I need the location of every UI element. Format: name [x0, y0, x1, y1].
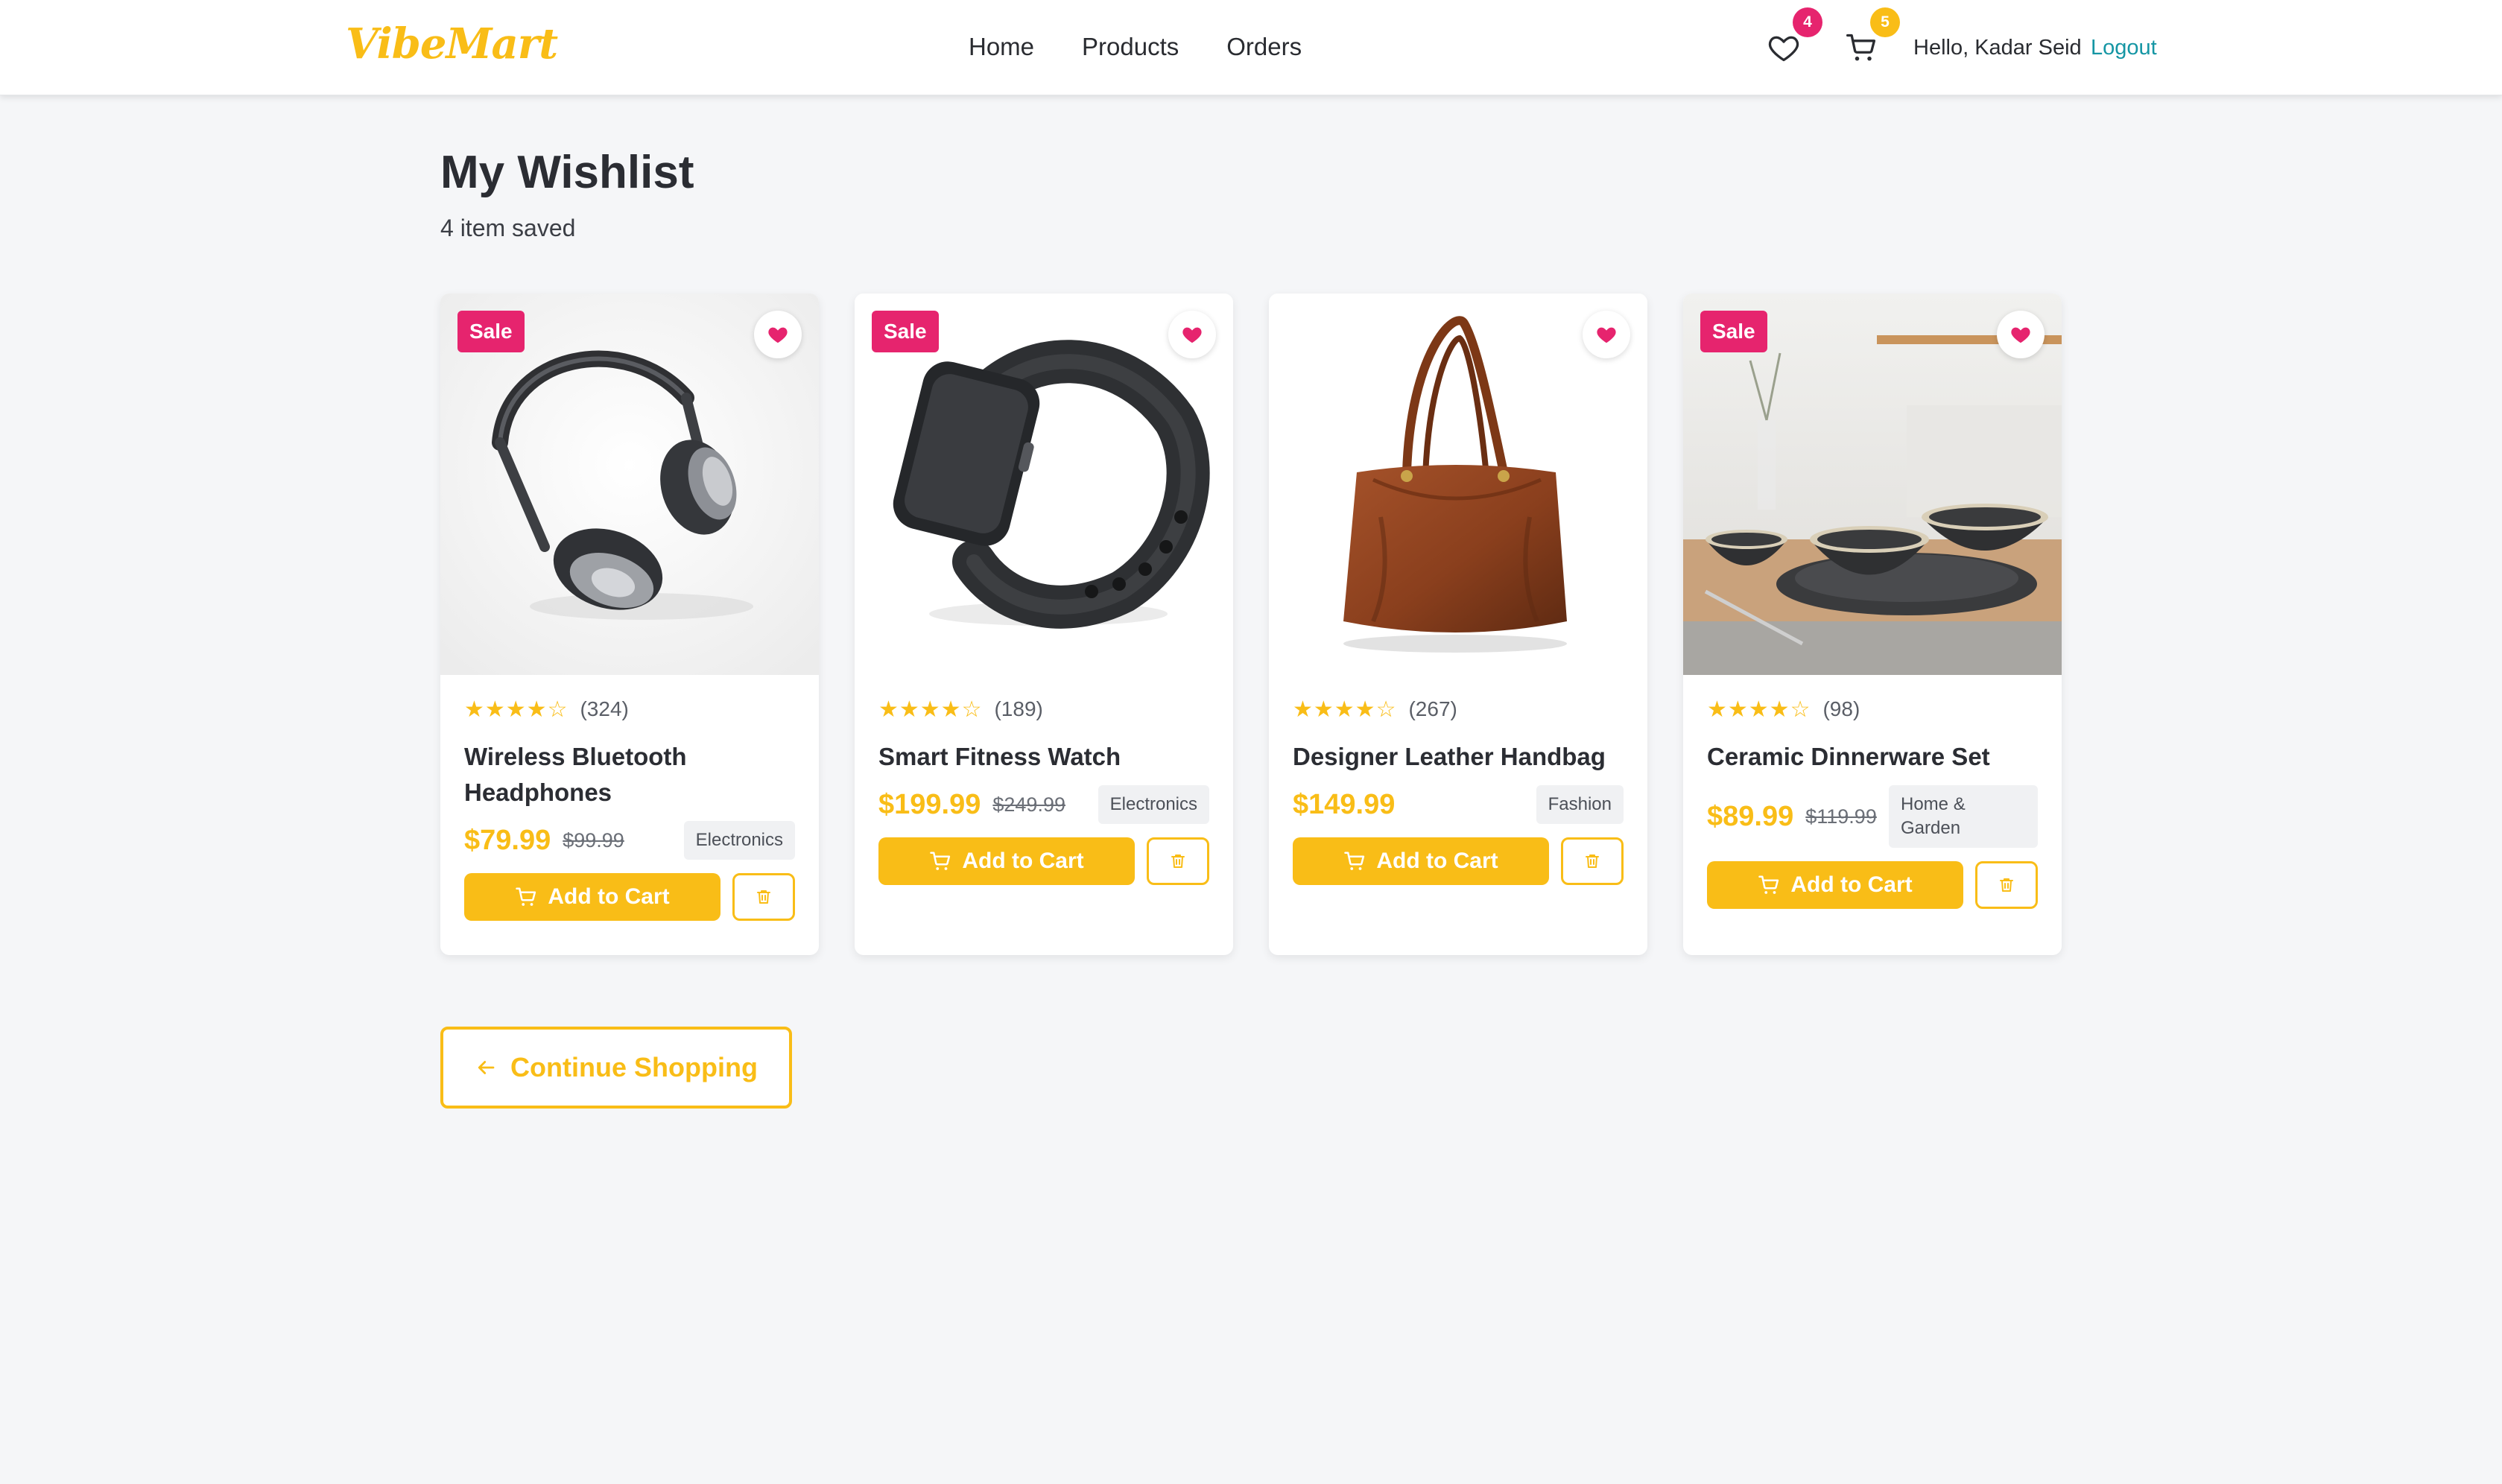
add-to-cart-button[interactable]: Add to Cart — [1293, 837, 1549, 885]
continue-shopping-button[interactable]: Continue Shopping — [440, 1027, 792, 1109]
add-to-cart-label: Add to Cart — [548, 884, 670, 909]
nav-link-orders[interactable]: Orders — [1226, 33, 1302, 61]
product-name[interactable]: Smart Fitness Watch — [878, 739, 1209, 775]
review-count: (324) — [580, 697, 629, 720]
product-name[interactable]: Ceramic Dinnerware Set — [1707, 739, 2038, 775]
brand-logo[interactable]: VibeMart — [346, 19, 558, 69]
wishlist-nav-button[interactable]: 4 — [1767, 7, 1822, 64]
cart-icon — [1758, 875, 1779, 894]
product-name[interactable]: Wireless Bluetooth Headphones — [464, 739, 795, 811]
star-rating: ★★★★☆ — [1707, 697, 1811, 722]
delete-button[interactable] — [1561, 837, 1624, 885]
star-rating: ★★★★☆ — [464, 697, 569, 722]
main-nav: Home Products Orders — [969, 33, 1302, 61]
delete-button[interactable] — [1147, 837, 1209, 885]
wishlist-count-text: 4 item saved — [440, 215, 576, 241]
sale-badge: Sale — [872, 311, 939, 352]
wishlist-card: Sale ★★★★☆ (98) Ceramic Dinnerware Set $… — [1683, 294, 2062, 955]
original-price: $249.99 — [992, 793, 1065, 816]
add-to-cart-label: Add to Cart — [962, 849, 1084, 873]
review-count: (189) — [994, 697, 1043, 720]
current-price: $199.99 — [878, 788, 981, 820]
price-row: $199.99 $249.99 Electronics — [878, 785, 1209, 824]
shopping-cart-icon — [1846, 34, 1876, 61]
price-row: $89.99 $119.99 Home & Garden — [1707, 785, 2038, 848]
current-price: $149.99 — [1293, 788, 1396, 820]
current-price: $79.99 — [464, 824, 551, 856]
add-to-cart-label: Add to Cart — [1790, 872, 1913, 897]
trash-icon — [757, 890, 770, 904]
sale-badge: Sale — [1700, 311, 1767, 352]
review-count: (98) — [1822, 697, 1860, 720]
card-actions: Add to Cart — [878, 837, 1209, 885]
add-to-cart-button[interactable]: Add to Cart — [1707, 861, 1963, 909]
add-to-cart-button[interactable]: Add to Cart — [878, 837, 1135, 885]
trash-icon — [1171, 854, 1185, 868]
trash-icon — [1586, 854, 1599, 868]
remove-from-wishlist-button[interactable] — [1168, 311, 1216, 358]
category-tag: Home & Garden — [1889, 785, 2038, 848]
remove-from-wishlist-button[interactable] — [1583, 311, 1630, 358]
wishlist-card: Sale ★★★★☆ (324) Wireless Bluetooth Head… — [440, 294, 819, 955]
cart-icon — [930, 852, 951, 870]
trash-icon — [2000, 878, 2013, 892]
current-price: $89.99 — [1707, 800, 1794, 832]
cart-count-badge: 5 — [1870, 7, 1900, 37]
remove-from-wishlist-button[interactable] — [1997, 311, 2045, 358]
star-rating: ★★★★☆ — [1293, 697, 1397, 722]
continue-shopping-label: Continue Shopping — [510, 1052, 758, 1082]
product-name[interactable]: Designer Leather Handbag — [1293, 739, 1624, 775]
category-tag: Electronics — [683, 821, 795, 860]
cart-icon — [516, 887, 536, 906]
cart-nav-button[interactable]: 5 — [1845, 7, 1900, 64]
card-actions: Add to Cart — [1293, 837, 1624, 885]
user-greeting: Hello, Kadar Seid — [1913, 36, 2082, 60]
original-price: $119.99 — [1805, 805, 1877, 828]
remove-from-wishlist-button[interactable] — [754, 311, 802, 358]
heart-filled-icon — [1182, 327, 1202, 343]
wishlist-card: ★★★★☆ (267) Designer Leather Handbag $14… — [1269, 294, 1647, 955]
sale-badge: Sale — [457, 311, 525, 352]
category-tag: Electronics — [1098, 785, 1209, 824]
wishlist-card: Sale ★★★★☆ (189) Smart Fitness Watch $19… — [855, 294, 1233, 955]
add-to-cart-button[interactable]: Add to Cart — [464, 873, 720, 921]
nav-link-home[interactable]: Home — [969, 33, 1034, 61]
rating-row: ★★★★☆ (324) — [464, 696, 795, 723]
star-rating: ★★★★☆ — [878, 697, 983, 722]
rating-row: ★★★★☆ (98) — [1707, 696, 2038, 723]
heart-filled-icon — [1597, 327, 1616, 343]
page-title: My Wishlist — [440, 147, 694, 198]
nav-link-products[interactable]: Products — [1082, 33, 1179, 61]
category-tag: Fashion — [1536, 785, 1624, 824]
top-navbar: VibeMart Home Products Orders 4 5 Hello,… — [0, 0, 2502, 95]
card-actions: Add to Cart — [464, 873, 795, 921]
price-row: $149.99 Fashion — [1293, 785, 1624, 824]
wishlist-count-badge: 4 — [1793, 7, 1822, 37]
delete-button[interactable] — [732, 873, 795, 921]
heart-filled-icon — [2011, 327, 2030, 343]
logout-link[interactable]: Logout — [2091, 36, 2157, 60]
rating-row: ★★★★☆ (267) — [1293, 696, 1624, 723]
add-to-cart-label: Add to Cart — [1376, 849, 1498, 873]
price-row: $79.99 $99.99 Electronics — [464, 821, 795, 860]
review-count: (267) — [1408, 697, 1457, 720]
heart-filled-icon — [768, 327, 788, 343]
card-actions: Add to Cart — [1707, 861, 2038, 909]
delete-button[interactable] — [1975, 861, 2038, 909]
cart-icon — [1344, 852, 1365, 870]
arrow-left-icon — [478, 1061, 495, 1074]
rating-row: ★★★★☆ (189) — [878, 696, 1209, 723]
original-price: $99.99 — [563, 828, 624, 852]
heart-outline-icon — [1768, 36, 1799, 62]
